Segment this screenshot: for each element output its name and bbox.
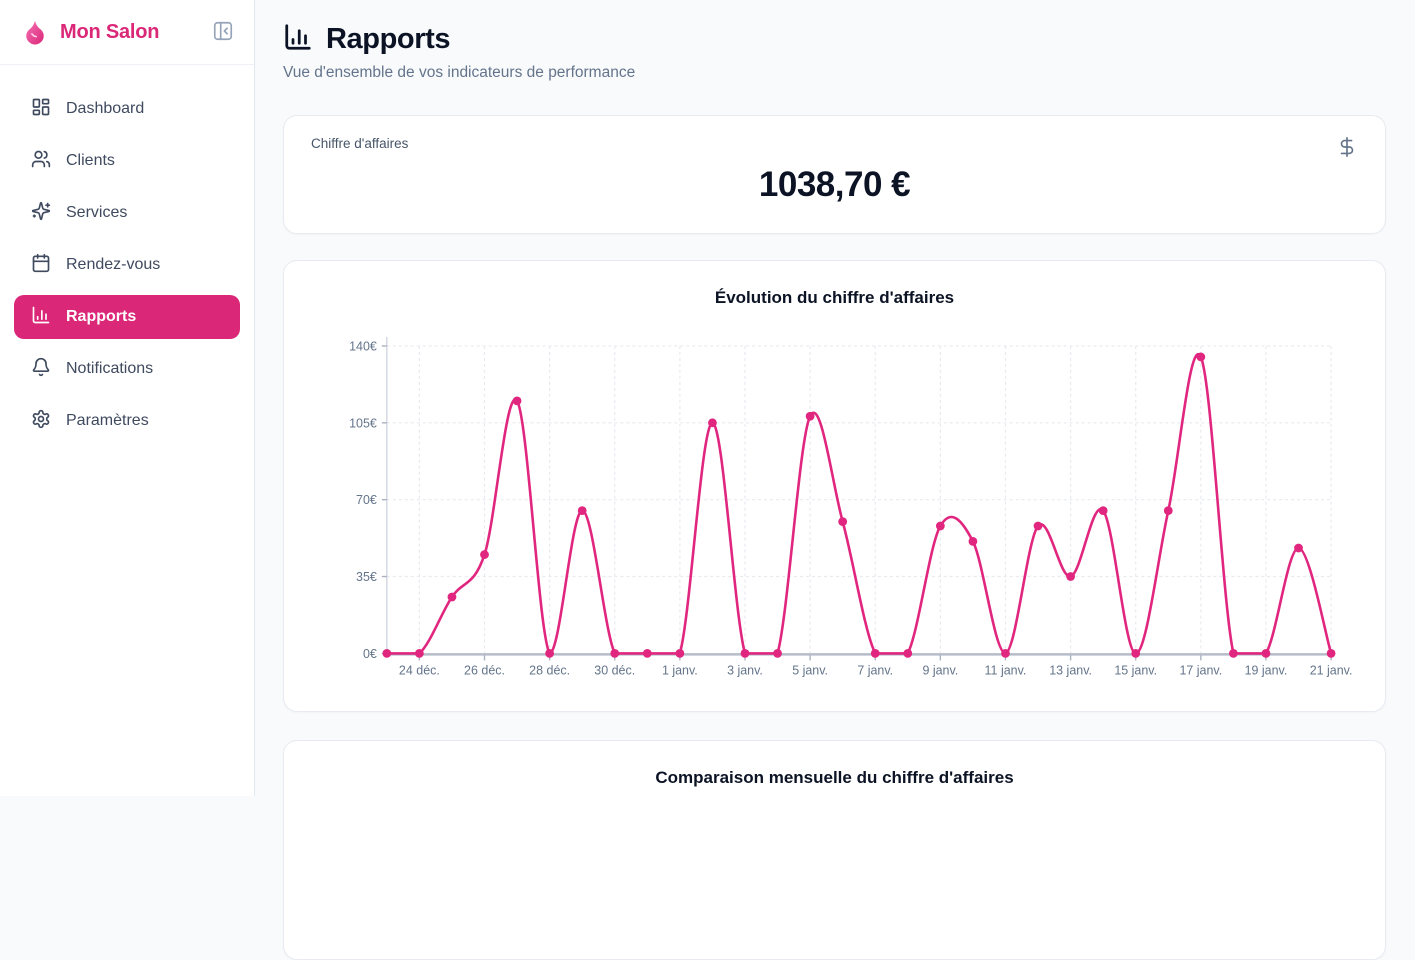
collapse-sidebar-button[interactable]: [210, 18, 236, 47]
svg-text:28 déc.: 28 déc.: [529, 663, 570, 677]
svg-text:17 janv.: 17 janv.: [1179, 663, 1222, 677]
sidebar-item-clients[interactable]: Clients: [14, 139, 240, 183]
gear-icon: [31, 409, 51, 434]
svg-text:3 janv.: 3 janv.: [727, 663, 763, 677]
svg-text:1 janv.: 1 janv.: [662, 663, 698, 677]
sidebar-item-dashboard[interactable]: Dashboard: [14, 87, 240, 131]
sidebar-item-label: Rapports: [66, 308, 136, 326]
revenue-line-chart[interactable]: 0€ 35€ 70€ 105€ 140€ 24 déc. 26 déc. 28 déc. 30 …: [284, 325, 1385, 680]
sidebar-item-services[interactable]: Services: [14, 191, 240, 235]
svg-text:9 janv.: 9 janv.: [922, 663, 958, 677]
svg-text:105€: 105€: [349, 416, 377, 430]
bell-icon: [31, 357, 51, 382]
sidebar-item-label: Clients: [66, 152, 115, 170]
sidebar-item-label: Dashboard: [66, 100, 144, 118]
brand-name: Mon Salon: [60, 21, 210, 44]
page-title-bar-chart-icon: [283, 22, 313, 57]
users-icon: [31, 149, 51, 174]
svg-text:11 janv.: 11 janv.: [985, 663, 1027, 677]
svg-text:21 janv.: 21 janv.: [1310, 663, 1353, 677]
sidebar-item-parametres[interactable]: Paramètres: [14, 399, 240, 443]
svg-text:5 janv.: 5 janv.: [792, 663, 828, 677]
svg-text:30 déc.: 30 déc.: [594, 663, 635, 677]
svg-text:0€: 0€: [363, 647, 377, 661]
svg-text:26 déc.: 26 déc.: [464, 663, 505, 677]
svg-text:15 janv.: 15 janv.: [1114, 663, 1157, 677]
main-content: Rapports Vue d'ensemble de vos indicateu…: [255, 0, 1415, 960]
sparkles-icon: [31, 201, 51, 226]
svg-text:13 janv.: 13 janv.: [1049, 663, 1092, 677]
svg-text:24 déc.: 24 déc.: [399, 663, 440, 677]
sidebar-item-label: Paramètres: [66, 412, 149, 430]
sidebar-item-notifications[interactable]: Notifications: [14, 347, 240, 391]
sidebar-item-rendez-vous[interactable]: Rendez-vous: [14, 243, 240, 287]
kpi-label: Chiffre d'affaires: [311, 136, 408, 151]
kpi-value: 1038,70 €: [311, 165, 1358, 205]
page-title: Rapports: [326, 23, 450, 56]
panel-left-close-icon: [212, 20, 234, 45]
comparison-title: Comparaison mensuelle du chiffre d'affai…: [284, 767, 1385, 789]
dollar-icon: [1336, 136, 1358, 163]
sidebar-item-rapports[interactable]: Rapports: [14, 295, 240, 339]
svg-text:7 janv.: 7 janv.: [857, 663, 893, 677]
sidebar-item-label: Notifications: [66, 360, 153, 378]
dashboard-grid-icon: [31, 97, 51, 122]
chart-title: Évolution du chiffre d'affaires: [284, 287, 1385, 309]
sidebar-item-label: Rendez-vous: [66, 256, 160, 274]
calendar-icon: [31, 253, 51, 278]
svg-text:19 janv.: 19 janv.: [1245, 663, 1288, 677]
sidebar: Mon Salon Dashboard Clients Services Ren…: [0, 0, 255, 796]
sidebar-item-label: Services: [66, 204, 127, 222]
salon-droplet-logo-icon: [20, 17, 50, 47]
svg-text:70€: 70€: [356, 493, 377, 507]
svg-text:35€: 35€: [356, 570, 377, 584]
monthly-comparison-card: Comparaison mensuelle du chiffre d'affai…: [283, 740, 1386, 960]
svg-text:140€: 140€: [349, 339, 377, 353]
revenue-kpi-card: Chiffre d'affaires 1038,70 €: [283, 115, 1386, 234]
sidebar-nav: Dashboard Clients Services Rendez-vous R…: [0, 65, 254, 465]
page-subtitle: Vue d'ensemble de vos indicateurs de per…: [283, 64, 1386, 82]
sidebar-header: Mon Salon: [0, 0, 254, 65]
revenue-evolution-card: Évolution du chiffre d'affaires 0€ 35€ 70€…: [283, 260, 1386, 712]
bar-chart-icon: [31, 305, 51, 330]
